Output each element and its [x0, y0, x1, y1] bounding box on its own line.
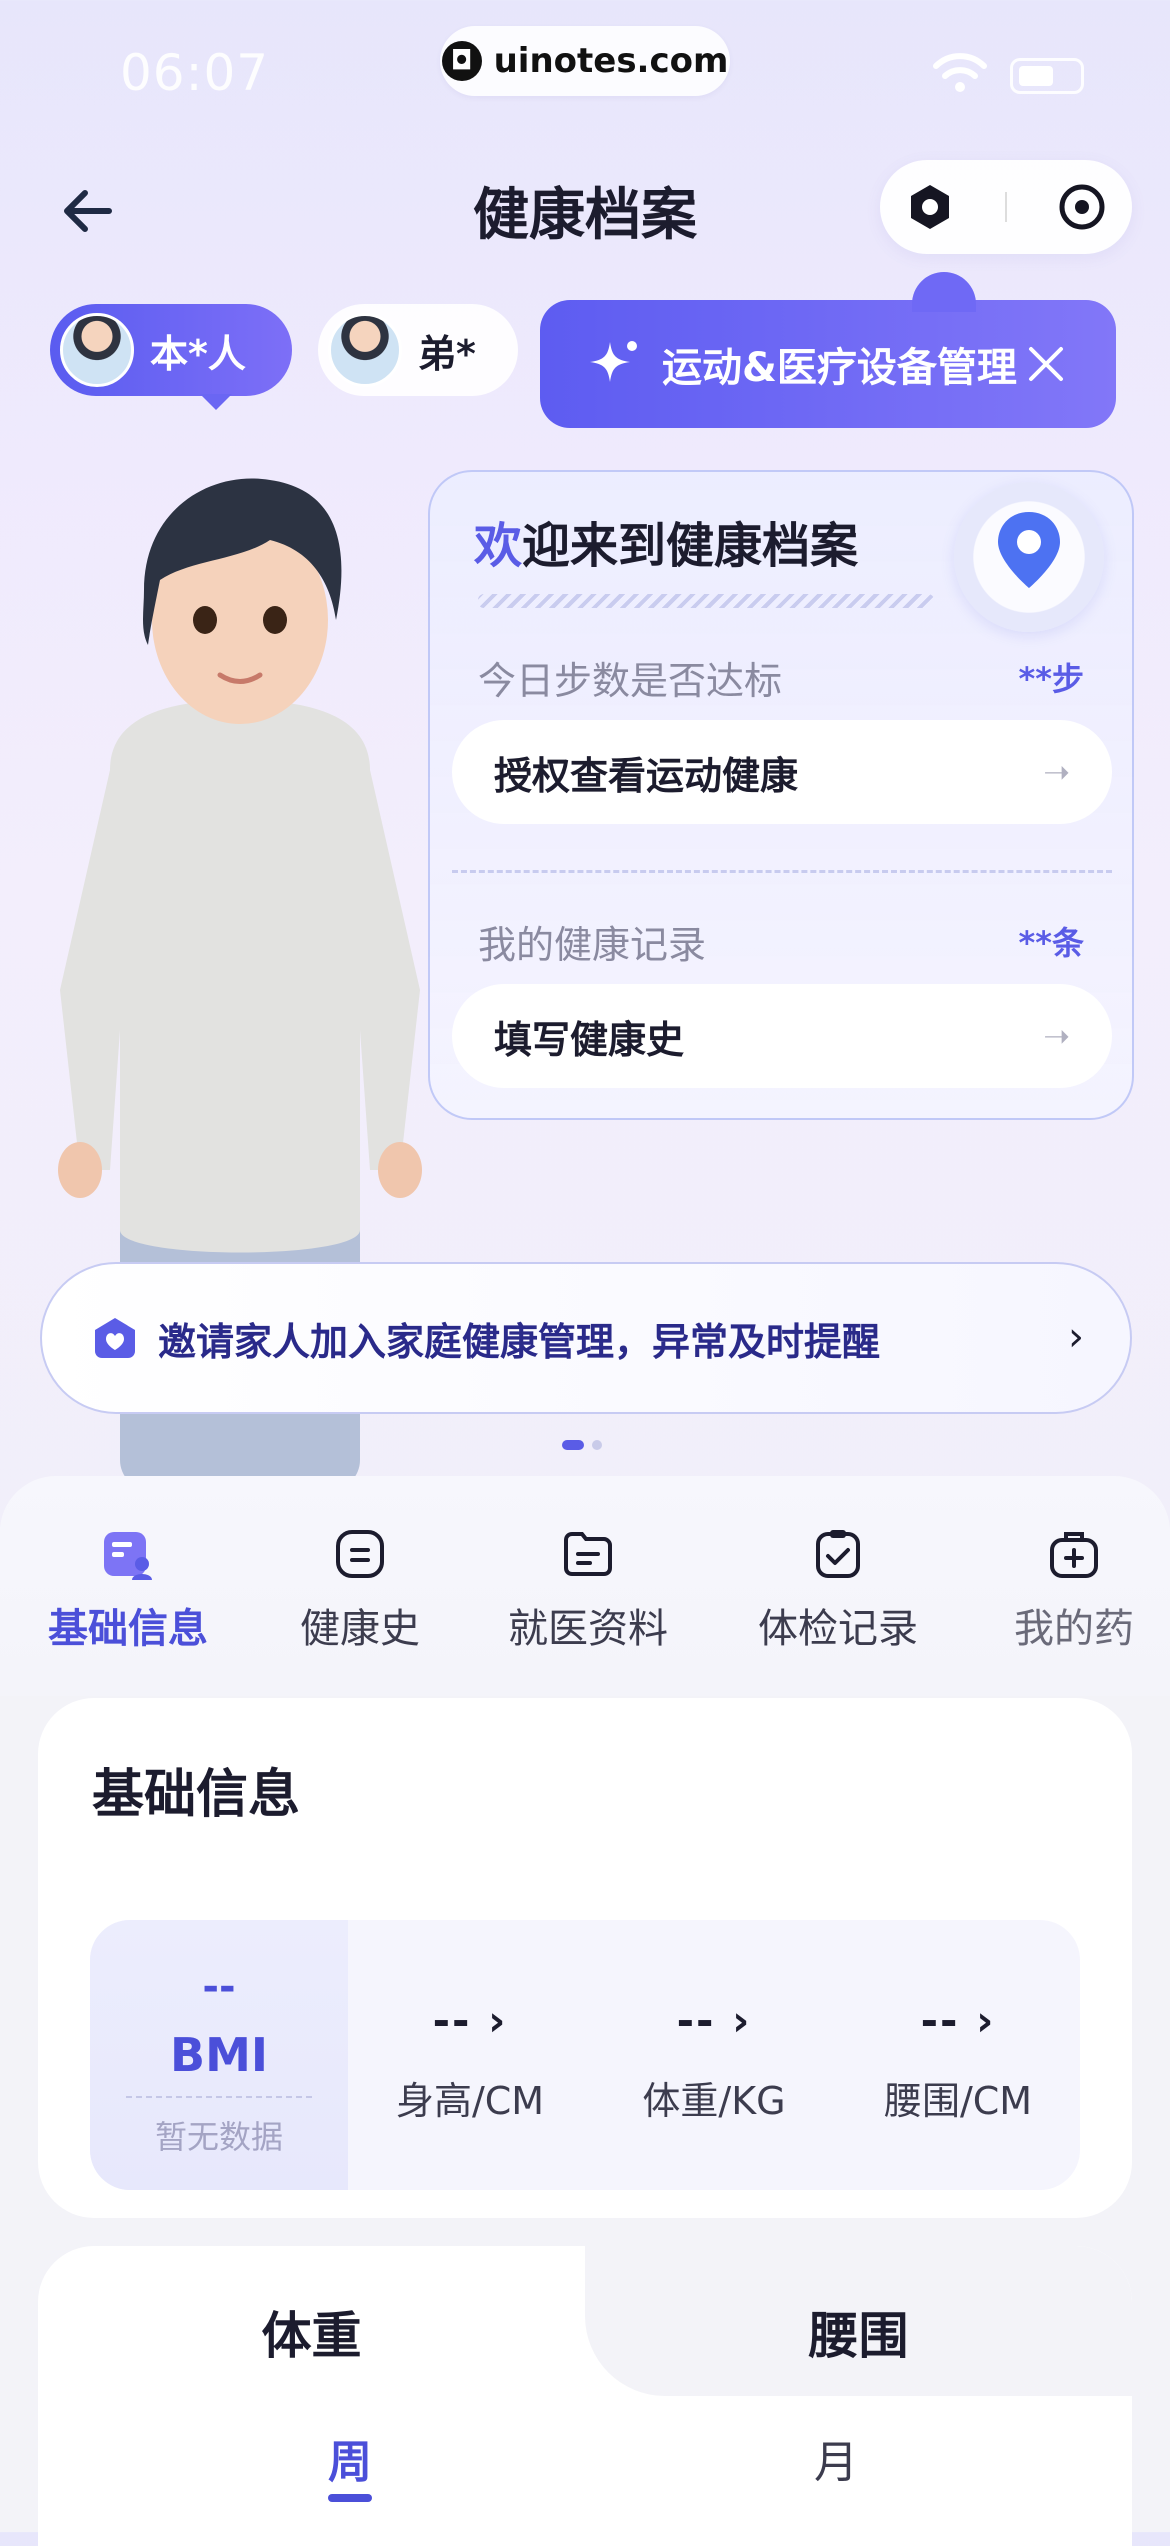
metric-label: 体重/KG: [642, 2079, 786, 2123]
avatar: [60, 313, 134, 387]
bmi-cell: -- BMI 暂无数据: [90, 1920, 348, 2190]
profile-label: 本*人: [150, 331, 246, 376]
invite-family-banner[interactable]: 邀请家人加入家庭健康管理，异常及时提醒 ›: [40, 1262, 1132, 1414]
avatar: [328, 313, 402, 387]
records-label: 我的健康记录: [478, 923, 707, 967]
records-count: **条: [1018, 924, 1084, 962]
fill-health-history-label: 填写健康史: [494, 1017, 685, 1062]
divider: [452, 870, 1112, 873]
tab-health-history[interactable]: 健康史: [290, 1526, 430, 1654]
checklist-icon: [816, 1530, 860, 1578]
carousel-dot-active: [562, 1440, 584, 1450]
period-week[interactable]: 周: [328, 2426, 372, 2490]
profile-label: 弟*: [418, 331, 476, 376]
basic-info-card: 基础信息 -- BMI 暂无数据 -- › 身高/CM -- › 体重/KG -…: [38, 1698, 1132, 2218]
category-tabs: 基础信息 健康史 就医资料 体检记录 我的药: [0, 1476, 1170, 1696]
device-banner-label: 运动&医疗设备管理: [662, 345, 1017, 391]
carousel-indicator: [562, 1440, 602, 1450]
more-menu-icon[interactable]: [904, 181, 956, 233]
family-home-icon: [95, 1318, 135, 1358]
device-management-banner[interactable]: 运动&医疗设备管理: [540, 272, 1116, 428]
period-active-indicator: [328, 2494, 372, 2502]
decorative-stripe: [478, 594, 934, 608]
tab-label: 基础信息: [48, 1606, 208, 1652]
tab-weight[interactable]: 体重: [38, 2296, 585, 2368]
waist-metric[interactable]: -- › 腰围/CM: [836, 1920, 1080, 2190]
close-icon: [1029, 347, 1063, 381]
divider: [126, 2096, 312, 2098]
bmi-label: BMI: [170, 2028, 268, 2082]
welcome-title: 欢迎来到健康档案: [474, 518, 859, 574]
authorize-health-button[interactable]: 授权查看运动健康 ➝: [452, 720, 1112, 824]
health-records-sheet: 基础信息 健康史 就医资料 体检记录 我的药 基础信息 -- BMI 暂无数据 …: [0, 1476, 1170, 2546]
chat-face-icon: [336, 1530, 384, 1578]
id-card-icon: [104, 1532, 152, 1580]
tab-label: 健康史: [300, 1606, 420, 1652]
capsule-divider: [1004, 192, 1007, 222]
bmi-value: --: [202, 1964, 236, 2010]
invite-text: 邀请家人加入家庭健康管理，异常及时提醒: [158, 1319, 881, 1364]
fill-health-history-button[interactable]: 填写健康史 ➝: [452, 984, 1112, 1088]
tab-waist[interactable]: 腰围: [585, 2296, 1132, 2368]
steps-label: 今日步数是否达标: [478, 659, 783, 703]
metric-label: 身高/CM: [395, 2079, 545, 2123]
trend-chart-card: 体重 腰围 周 月: [38, 2246, 1132, 2546]
welcome-card: 欢迎来到健康档案 今日步数是否达标 **步 授权查看运动健康 ➝ 我的健康记录 …: [428, 470, 1134, 1120]
tab-label: 我的药: [1014, 1606, 1134, 1652]
close-banner-button[interactable]: [1016, 334, 1076, 394]
metric-value: -- ›: [920, 1996, 996, 2045]
arrow-right-icon: ➝: [1043, 1017, 1070, 1055]
tab-my-medicine[interactable]: 我的药: [1004, 1526, 1144, 1654]
period-month[interactable]: 月: [814, 2426, 858, 2490]
location-pin-icon: [998, 512, 1060, 588]
tab-medical-records[interactable]: 就医资料: [508, 1526, 668, 1654]
folder-icon: [564, 1532, 612, 1576]
sparkle-icon: [590, 341, 637, 382]
profile-chip-brother[interactable]: 弟*: [318, 304, 518, 396]
close-mini-program-icon[interactable]: [1056, 181, 1108, 233]
site-logo-icon: ◘: [441, 41, 482, 81]
status-time: 06:07: [120, 44, 270, 102]
tab-basic-info[interactable]: 基础信息: [48, 1526, 208, 1654]
battery-icon: [1010, 58, 1084, 94]
metric-value: -- ›: [432, 1996, 508, 2045]
chevron-right-icon: ›: [1068, 1314, 1084, 1360]
section-title: 基础信息: [92, 1765, 301, 1825]
profile-chip-self[interactable]: 本*人: [50, 304, 292, 410]
arrow-right-icon: ➝: [1043, 753, 1070, 791]
location-badge: [954, 482, 1104, 632]
tab-label: 就医资料: [508, 1606, 668, 1652]
wifi-icon: [933, 53, 987, 92]
metrics-panel: -- BMI 暂无数据 -- › 身高/CM -- › 体重/KG -- › 腰…: [90, 1920, 1080, 2190]
tab-checkup-records[interactable]: 体检记录: [758, 1526, 918, 1654]
tab-label: 体检记录: [758, 1606, 918, 1652]
authorize-health-label: 授权查看运动健康: [494, 753, 799, 798]
carousel-dot: [592, 1440, 602, 1450]
url-pill: ◘ uinotes.com: [440, 26, 730, 96]
url-text: uinotes.com: [493, 41, 729, 81]
medicine-bag-icon: [1050, 1532, 1098, 1578]
bmi-empty-text: 暂无数据: [154, 2118, 283, 2156]
height-metric[interactable]: -- › 身高/CM: [348, 1920, 592, 2190]
weight-metric[interactable]: -- › 体重/KG: [592, 1920, 836, 2190]
mini-program-capsule: [880, 160, 1132, 254]
metric-value: -- ›: [676, 1996, 752, 2045]
steps-count: **步: [1018, 660, 1084, 698]
metric-label: 腰围/CM: [883, 2079, 1033, 2123]
